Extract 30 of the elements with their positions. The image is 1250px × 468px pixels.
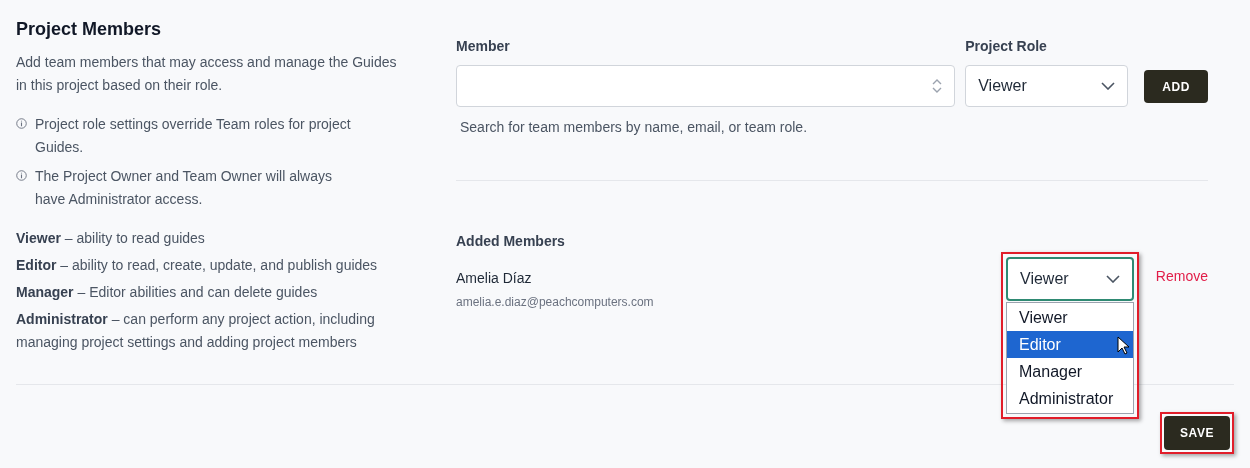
added-members-title: Added Members — [456, 232, 566, 251]
role-description: Manager – Editor abilities and can delete guides — [16, 283, 319, 302]
chevron-down-icon — [1106, 275, 1120, 283]
dropdown-option[interactable]: Administrator — [1007, 385, 1133, 412]
dropdown-option[interactable]: Viewer — [1007, 304, 1133, 331]
info-icon — [16, 170, 27, 181]
info-note: The Project Owner and Team Owner will always have Administrator access. — [35, 167, 333, 209]
member-name: Amelia Díaz — [456, 269, 533, 288]
role-select[interactable]: Viewer — [1006, 257, 1134, 301]
member-email: amelia.e.diaz@peachcomputers.com — [456, 294, 654, 311]
section-description: Add team members that may access and manage the Guides in this project based on their role. — [16, 53, 398, 95]
chevron-down-icon — [1101, 82, 1116, 90]
cursor-icon — [1117, 336, 1130, 355]
member-search-field[interactable] — [456, 65, 956, 107]
role-description: Viewer – ability to read guides — [16, 229, 206, 248]
dropdown-option[interactable]: Editor — [1007, 331, 1133, 358]
save-button[interactable]: SAVE — [1164, 416, 1230, 450]
sort-icon — [932, 78, 943, 94]
remove-link[interactable]: Remove — [1155, 266, 1208, 287]
info-icon — [16, 118, 27, 129]
role-description: Editor – ability to read, create, update, and publish guides — [16, 256, 379, 275]
hint-text: Search for team members by name, email, or team role. — [460, 118, 809, 137]
field-label: Project Role — [965, 37, 1048, 56]
add-button[interactable]: ADD — [1144, 70, 1208, 103]
dropdown-option[interactable]: Manager — [1007, 358, 1133, 385]
role-description: Administrator – can perform any project action, including managing project settings and adding project members — [16, 310, 376, 352]
info-note: Project role settings override Team roles for project Guides. — [35, 115, 352, 157]
field-label: Member — [456, 37, 511, 56]
section-title: Project Members — [16, 18, 163, 41]
role-select[interactable]: Viewer — [965, 65, 1129, 107]
